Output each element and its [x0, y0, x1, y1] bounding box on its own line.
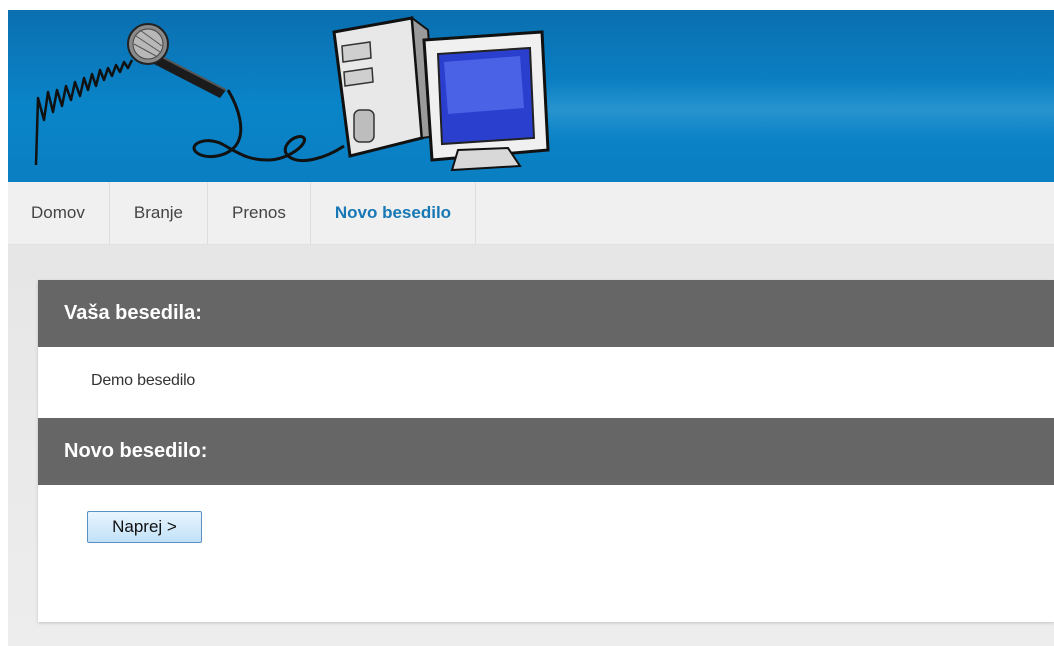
page: Domov Branje Prenos Novo besedilo Vaša b…	[0, 0, 1054, 646]
text-list-item[interactable]: Demo besedilo	[91, 372, 195, 390]
main-nav: Domov Branje Prenos Novo besedilo	[8, 182, 1054, 245]
nav-item-novo-besedilo[interactable]: Novo besedilo	[311, 182, 477, 244]
nav-item-domov[interactable]: Domov	[8, 182, 110, 244]
section-heading-new-text: Novo besedilo:	[38, 418, 1054, 485]
microphone-computer-logo	[34, 15, 550, 172]
header-banner	[8, 10, 1054, 182]
nav-item-prenos[interactable]: Prenos	[208, 182, 311, 244]
section-heading-your-texts: Vaša besedila:	[38, 280, 1054, 347]
content-panel: Vaša besedila: Demo besedilo Novo besedi…	[38, 280, 1054, 622]
nav-item-branje[interactable]: Branje	[110, 182, 208, 244]
next-button[interactable]: Naprej >	[87, 511, 202, 543]
